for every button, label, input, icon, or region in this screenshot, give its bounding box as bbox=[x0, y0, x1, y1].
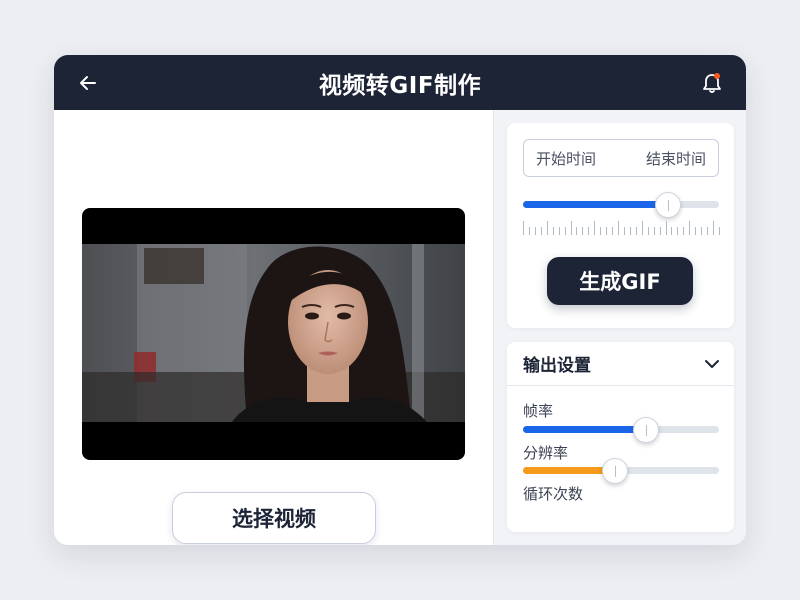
back-button[interactable] bbox=[74, 70, 102, 96]
video-preview[interactable] bbox=[82, 208, 465, 460]
timeline-tick bbox=[653, 227, 655, 235]
settings-panel: 开始时间 结束时间 生成GIF 输出设置 帧率 分辨率 循环次数 bbox=[493, 110, 746, 545]
timeline-tick bbox=[558, 227, 560, 235]
time-range-field[interactable]: 开始时间 结束时间 bbox=[523, 139, 719, 177]
resolution-slider-thumb[interactable] bbox=[602, 458, 629, 484]
timeline-tick bbox=[671, 227, 673, 235]
timeline-tick bbox=[635, 227, 637, 235]
timeline-tick bbox=[528, 227, 530, 235]
timeline-tick bbox=[606, 227, 608, 235]
trim-slider-fill bbox=[523, 201, 669, 208]
resolution-label: 分辨率 bbox=[523, 444, 569, 462]
notification-dot bbox=[714, 73, 720, 79]
select-video-button[interactable]: 选择视频 bbox=[172, 492, 376, 544]
bell-icon bbox=[703, 73, 721, 93]
timeline-tick bbox=[647, 227, 649, 235]
end-time-field[interactable]: 结束时间 bbox=[646, 148, 706, 169]
title-bar: 视频转GIF制作 bbox=[54, 55, 746, 110]
loop-count-label: 循环次数 bbox=[523, 485, 584, 503]
timeline-tick bbox=[689, 221, 691, 235]
timeline-tick bbox=[713, 221, 715, 235]
timeline-tick bbox=[641, 221, 643, 235]
notification-button[interactable] bbox=[698, 70, 726, 96]
frame-rate-slider-fill bbox=[523, 426, 647, 433]
trim-card: 开始时间 结束时间 生成GIF bbox=[507, 123, 734, 328]
output-settings-header[interactable]: 输出设置 bbox=[507, 342, 734, 386]
video-thumbnail bbox=[82, 244, 465, 422]
timeline-tick bbox=[588, 227, 590, 235]
timeline-tick bbox=[594, 221, 596, 235]
timeline-tick bbox=[701, 227, 703, 235]
timeline-tick bbox=[582, 227, 584, 235]
frame-rate-slider[interactable] bbox=[523, 417, 719, 443]
start-time-field[interactable]: 开始时间 bbox=[536, 148, 596, 169]
trim-slider-thumb[interactable] bbox=[655, 192, 682, 218]
timeline-tick bbox=[576, 227, 578, 235]
timeline-tick bbox=[546, 221, 548, 235]
timeline-tick bbox=[570, 221, 572, 235]
resolution-slider[interactable] bbox=[523, 458, 719, 484]
arrow-left-icon bbox=[80, 76, 96, 90]
timeline-tick bbox=[719, 227, 720, 235]
timeline-tick bbox=[623, 227, 625, 235]
timeline-ticks bbox=[523, 221, 720, 235]
timeline-tick bbox=[618, 221, 620, 235]
preview-panel: 选择视频 bbox=[54, 110, 493, 545]
page-title: 视频转GIF制作 bbox=[318, 72, 482, 99]
timeline-tick bbox=[540, 227, 542, 235]
timeline-tick bbox=[677, 227, 679, 235]
timeline-tick bbox=[707, 227, 709, 235]
timeline-tick bbox=[695, 227, 697, 235]
timeline-tick bbox=[534, 227, 536, 235]
timeline-tick bbox=[600, 227, 602, 235]
timeline-tick bbox=[612, 227, 614, 235]
timeline-tick bbox=[665, 221, 667, 235]
timeline-tick bbox=[564, 227, 566, 235]
timeline-tick bbox=[683, 227, 685, 235]
app-window: 视频转GIF制作 选择视频 开始时间 结束时间 生成GIF 输出设置 帧率 分辨… bbox=[54, 55, 746, 545]
timeline-tick bbox=[552, 227, 554, 235]
frame-rate-slider-thumb[interactable] bbox=[633, 417, 660, 443]
timeline-tick bbox=[629, 227, 631, 235]
output-settings-card: 输出设置 帧率 分辨率 循环次数 bbox=[507, 342, 734, 532]
generate-gif-button[interactable]: 生成GIF bbox=[547, 257, 693, 305]
frame-rate-label: 帧率 bbox=[523, 402, 554, 420]
chevron-down-icon[interactable] bbox=[704, 359, 720, 369]
timeline-tick bbox=[659, 227, 661, 235]
video-frame bbox=[82, 244, 465, 422]
trim-slider[interactable] bbox=[523, 192, 719, 218]
output-settings-title: 输出设置 bbox=[523, 356, 591, 376]
timeline-tick bbox=[523, 221, 524, 235]
